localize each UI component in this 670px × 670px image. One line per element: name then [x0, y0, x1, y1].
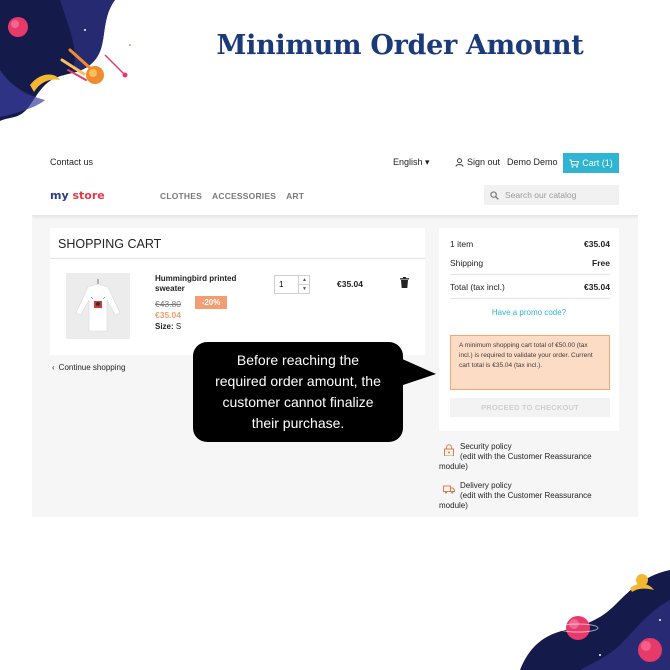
cart-summary: 1 item €35.04 Shipping Free Total (tax inc…	[439, 228, 619, 431]
minimum-amount-alert: A minimum shopping cart total of €50.00 …	[450, 335, 610, 390]
main-nav: CLOTHES ACCESSORIES ART	[160, 191, 304, 201]
contact-link[interactable]: Contact us	[50, 157, 93, 167]
top-bar: Contact us English ▾ Sign out Demo Demo …	[32, 142, 638, 180]
product-image[interactable]	[66, 273, 130, 339]
search-input[interactable]: Search our catalog	[484, 185, 619, 205]
divider	[450, 274, 610, 275]
continue-shopping-link[interactable]: ‹ Continue shopping	[52, 363, 125, 372]
discount-badge: -20%	[195, 296, 227, 309]
summary-shipping: Shipping Free	[450, 258, 610, 268]
product-name[interactable]: Hummingbird printed sweater	[155, 274, 245, 294]
page-title: Minimum Order Amount	[216, 30, 584, 61]
user-icon	[455, 157, 464, 167]
cart-title: SHOPPING CART	[58, 237, 162, 251]
chevron-left-icon: ‹	[52, 363, 55, 372]
info-callout: Before reaching the required order amoun…	[193, 342, 403, 442]
search-icon	[490, 190, 499, 200]
summary-items: 1 item €35.04	[450, 239, 610, 249]
language-selector[interactable]: English ▾	[393, 157, 430, 168]
sign-out-link[interactable]: Sign out	[455, 157, 500, 167]
product-price: €35.04	[155, 310, 181, 320]
divider	[450, 298, 610, 299]
galaxy-decoration-bottom-right	[520, 570, 670, 670]
proceed-to-checkout-button[interactable]: PROCEED TO CHECKOUT	[450, 398, 610, 417]
store-screenshot: Contact us English ▾ Sign out Demo Demo …	[32, 142, 638, 517]
store-header: my store CLOTHES ACCESSORIES ART Search …	[32, 180, 638, 216]
line-total: €35.04	[337, 279, 363, 289]
lock-icon	[444, 444, 454, 456]
truck-icon	[443, 485, 455, 494]
chevron-down-icon[interactable]: ▼	[299, 285, 310, 294]
quantity-input[interactable]	[275, 276, 299, 293]
quantity-stepper: ▲ ▼	[274, 275, 310, 294]
search-placeholder: Search our catalog	[505, 190, 577, 200]
nav-item-accessories[interactable]: ACCESSORIES	[212, 191, 276, 201]
product-old-price: €43.80	[155, 299, 181, 309]
galaxy-decoration-top-left	[0, 0, 131, 121]
cart-button[interactable]: Cart (1)	[563, 153, 619, 173]
cart-icon	[569, 159, 580, 168]
shopping-cart-panel: SHOPPING CART Hummingbird printed sweate…	[50, 228, 425, 355]
summary-total: Total (tax incl.) €35.04	[450, 282, 610, 292]
store-logo[interactable]: my store	[50, 189, 105, 202]
promo-code-link[interactable]: Have a promo code?	[439, 308, 619, 317]
product-size: Size: S	[155, 322, 182, 331]
divider	[50, 258, 425, 259]
chevron-up-icon[interactable]: ▲	[299, 276, 310, 285]
callout-pointer	[400, 358, 436, 386]
trash-icon[interactable]	[400, 277, 409, 288]
caret-down-icon: ▾	[425, 157, 430, 167]
nav-item-art[interactable]: ART	[286, 191, 304, 201]
nav-item-clothes[interactable]: CLOTHES	[160, 191, 202, 201]
account-link[interactable]: Demo Demo	[507, 157, 558, 167]
